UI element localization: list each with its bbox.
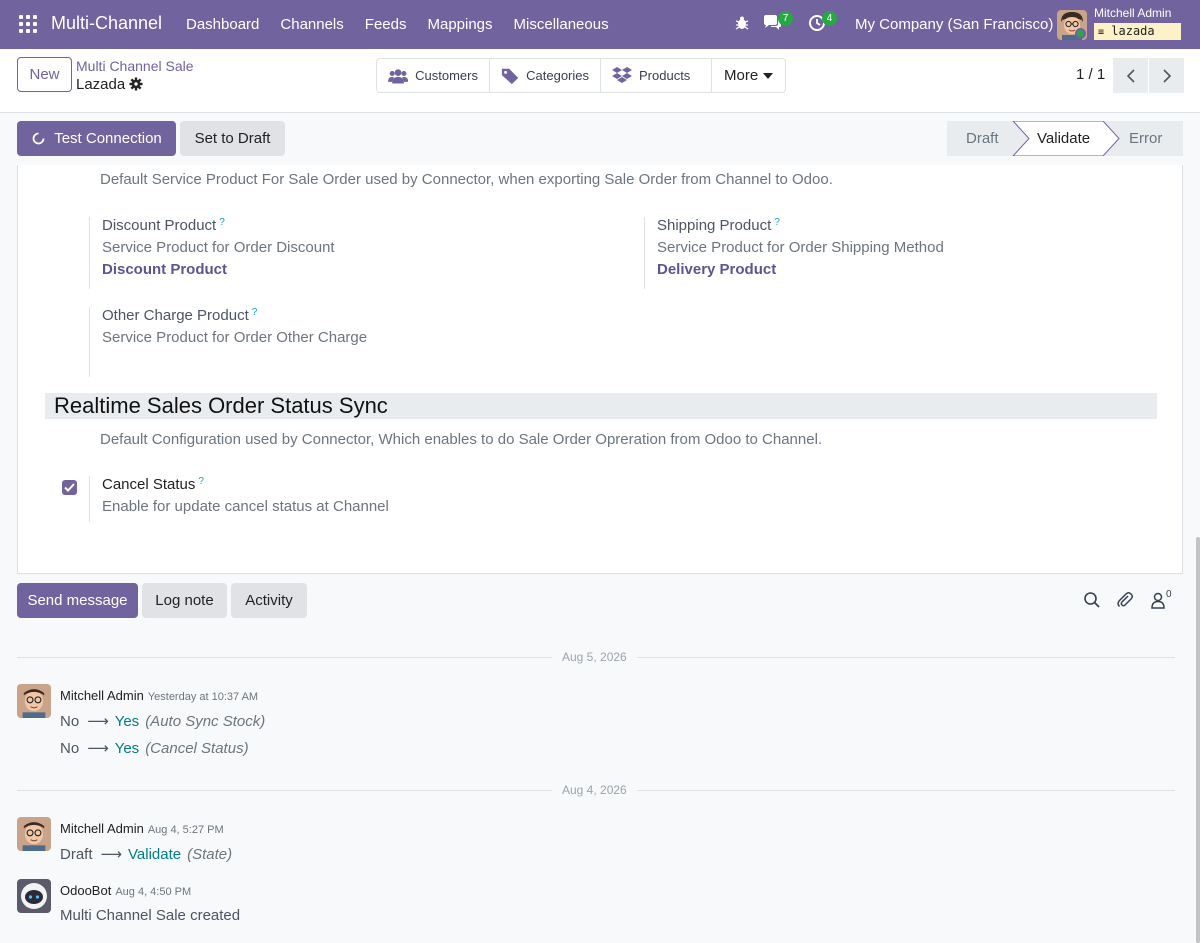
stage-error[interactable]: Error [1129,121,1162,156]
database-tag: ≡ lazada [1094,23,1181,40]
discount-product-help: Service Product for Order Discount [102,239,335,256]
products-button[interactable]: Products [601,59,712,92]
send-message-button[interactable]: Send message [17,583,138,618]
activity-button[interactable]: Activity [231,583,307,618]
stage-validate[interactable]: Validate [1037,121,1090,156]
help-tooltip-icon[interactable]: ? [774,217,780,228]
more-button[interactable]: More [712,59,785,92]
online-status-icon [1075,28,1086,39]
tracking-line: No ⟶ Yes (Cancel Status) [60,740,249,757]
shipping-product-field: Shipping Product? Service Product for Or… [644,217,1124,289]
activity-count-badge: 4 [822,11,837,26]
main-menu: Dashboard Channels Feeds Mappings Miscel… [186,16,630,33]
help-tooltip-icon[interactable]: ? [219,217,225,228]
form-statusbar: Test Connection Set to Draft Draft Valid… [0,113,1200,165]
message-avatar[interactable] [17,817,51,851]
cancel-status-label: Cancel Status? [102,476,204,493]
tracking-line: No ⟶ Yes (Auto Sync Stock) [60,713,266,730]
app-brand[interactable]: Multi-Channel [51,13,162,34]
cancel-status-field: Cancel Status? Enable for update cancel … [89,476,569,522]
help-tooltip-icon[interactable]: ? [198,476,204,487]
boxes-icon [612,66,632,83]
arrow-right-icon: ⟶ [87,713,109,730]
set-to-draft-button[interactable]: Set to Draft [180,121,285,156]
other-charge-product-help: Service Product for Order Other Charge [102,329,368,346]
message-date: Aug 4, 5:27 PM [147,824,224,836]
top-navbar: Multi-Channel Dashboard Channels Feeds M… [0,0,1200,49]
message-body: Multi Channel Sale created [60,907,241,924]
message-date: Aug 4, 4:50 PM [115,886,192,898]
products-label: Products [639,68,691,83]
odoobot-avatar[interactable] [17,879,51,913]
tag-icon [501,68,519,84]
customers-label: Customers [415,68,478,83]
breadcrumb-current: Lazada [76,76,126,93]
pager-value[interactable]: 1 / 1 [1076,66,1105,83]
database-icon: ≡ [1098,27,1105,38]
control-panel: New Multi Channel Sale Lazada Customers … [0,49,1200,113]
more-label: More [724,67,759,84]
caret-down-icon [763,72,774,79]
search-icon[interactable] [1083,591,1101,609]
new-button[interactable]: New [17,57,72,92]
smart-buttons: Customers Categories Products More [376,58,786,93]
message-author[interactable]: OdooBot Aug 4, 4:50 PM [60,883,191,898]
section-title: Realtime Sales Order Status Sync [45,393,1157,419]
categories-label: Categories [526,68,589,83]
section-help: Default Configuration used by Connector,… [100,431,823,448]
date-label: Aug 4, 2026 [552,783,637,797]
menu-mappings[interactable]: Mappings [427,16,492,33]
gear-icon[interactable] [129,77,143,91]
cancel-status-help: Enable for update cancel status at Chann… [102,498,389,515]
chevron-left-icon [1126,68,1135,83]
discount-product-label: Discount Product? [102,217,225,234]
company-switcher[interactable]: My Company (San Francisco) [855,16,1053,33]
apps-menu-icon[interactable] [19,15,37,33]
test-connection-label: Test Connection [54,130,162,147]
log-note-button[interactable]: Log note [142,583,227,618]
page-scrollbar[interactable] [1196,537,1200,943]
date-label: Aug 5, 2026 [552,650,637,664]
message-avatar[interactable] [17,684,51,718]
categories-button[interactable]: Categories [490,59,601,92]
check-icon [64,483,75,492]
cancel-status-checkbox[interactable] [62,480,77,495]
default-service-product-help: Default Service Product For Sale Order u… [100,171,833,188]
shipping-product-help: Service Product for Order Shipping Metho… [657,239,944,256]
message-author[interactable]: Mitchell Admin Yesterday at 10:37 AM [60,688,258,703]
pager-next-button[interactable] [1149,58,1184,93]
shipping-product-value[interactable]: Delivery Product [657,261,1124,278]
messages-count-badge: 7 [778,11,793,26]
debug-bug-icon[interactable] [733,14,751,32]
message-date: Yesterday at 10:37 AM [147,691,259,703]
breadcrumb-parent[interactable]: Multi Channel Sale [76,58,194,74]
test-connection-button[interactable]: Test Connection [17,121,176,156]
arrow-right-icon: ⟶ [87,740,109,757]
menu-channels[interactable]: Channels [280,16,343,33]
users-icon [388,68,409,84]
other-charge-product-label: Other Charge Product? [102,307,258,324]
other-charge-product-field: Other Charge Product? Service Product fo… [89,307,569,377]
message-author[interactable]: Mitchell Admin Aug 4, 5:27 PM [60,821,224,836]
chevron-right-icon [1162,68,1171,83]
user-name[interactable]: Mitchell Admin [1094,6,1171,20]
pager-previous-button[interactable] [1113,58,1148,93]
tracking-line: Draft ⟶ Validate (State) [60,846,233,863]
arrow-right-icon: ⟶ [100,846,123,863]
discount-product-field: Discount Product? Service Product for Or… [89,217,569,289]
stage-draft[interactable]: Draft [966,121,999,156]
form-sheet: Default Service Product For Sale Order u… [17,165,1183,574]
followers-count: 0 [1166,589,1172,600]
discount-product-value[interactable]: Discount Product [102,261,569,278]
menu-dashboard[interactable]: Dashboard [186,16,259,33]
refresh-icon [32,132,45,145]
help-tooltip-icon[interactable]: ? [252,307,258,318]
menu-feeds[interactable]: Feeds [365,16,407,33]
database-name: lazada [1111,24,1155,38]
shipping-product-label: Shipping Product? [657,217,780,234]
paperclip-icon[interactable] [1116,591,1134,609]
menu-miscellaneous[interactable]: Miscellaneous [514,16,609,33]
customers-button[interactable]: Customers [377,59,490,92]
